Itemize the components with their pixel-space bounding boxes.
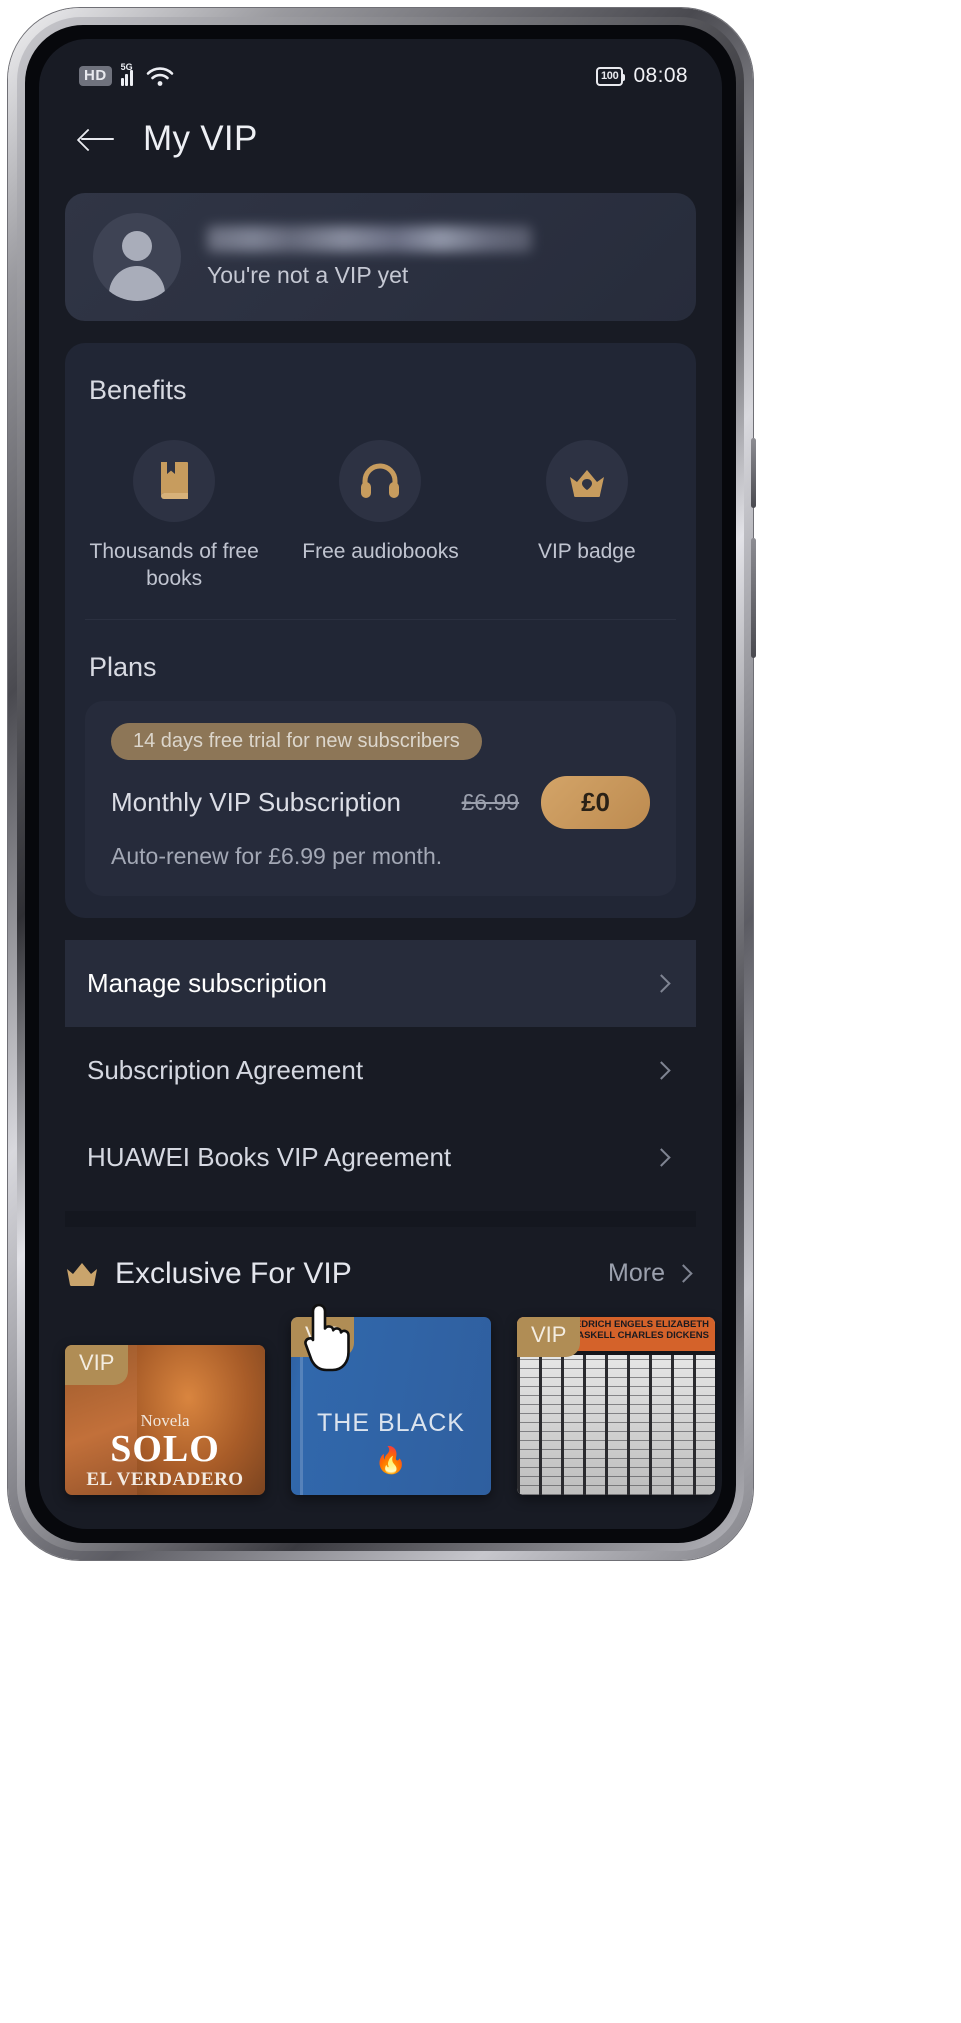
- plans-block: 14 days free trial for new subscribers M…: [65, 700, 696, 918]
- book-subtitle: EL VERDADERO: [86, 1468, 244, 1490]
- exclusive-more-button[interactable]: More: [608, 1259, 696, 1288]
- account-email-masked: [207, 225, 532, 252]
- vip-status-label: You're not a VIP yet: [207, 261, 409, 288]
- chevron-right-icon: [674, 1264, 693, 1283]
- trial-badge: 14 days free trial for new subscribers: [111, 722, 482, 760]
- section-separator: [65, 1210, 696, 1227]
- book-cover-item[interactable]: FRIEDRICH ENGELS ELIZABETH GASKELL CHARL…: [517, 1316, 715, 1495]
- status-bar: HD 5G 100 08:08: [39, 39, 722, 97]
- phone-frame: HD 5G 100 08:08 My VIP You're not a VIP …: [8, 8, 756, 1560]
- person-avatar-icon: [93, 213, 181, 301]
- cover-artwork: [517, 1354, 715, 1495]
- menu-item-label: HUAWEI Books VIP Agreement: [87, 1141, 452, 1172]
- signal-bars-icon: 5G: [120, 62, 138, 86]
- plan-original-price: £6.99: [461, 788, 520, 815]
- chevron-right-icon: [652, 973, 671, 993]
- benefit-vip-badge: VIP badge: [484, 440, 690, 593]
- menu-item-label: Subscription Agreement: [87, 1054, 364, 1085]
- back-arrow-icon[interactable]: [79, 122, 119, 156]
- plan-name: Monthly VIP Subscription: [111, 786, 401, 817]
- benefit-audiobooks: Free audiobooks: [277, 440, 483, 593]
- screenshot-stage: HD 5G 100 08:08 My VIP You're not a VIP …: [0, 0, 961, 2023]
- menu-item-manage-subscription[interactable]: Manage subscription: [65, 939, 696, 1027]
- vip-tag: VIP: [517, 1316, 581, 1357]
- benefit-label: Thousands of free books: [89, 540, 259, 591]
- exclusive-title: Exclusive For VIP: [115, 1256, 352, 1290]
- phone-screen: HD 5G 100 08:08 My VIP You're not a VIP …: [39, 39, 722, 1529]
- menu-item-subscription-agreement[interactable]: Subscription Agreement: [65, 1027, 696, 1114]
- chevron-right-icon: [652, 1060, 671, 1080]
- chevron-right-icon: [652, 1147, 671, 1167]
- plan-row: Monthly VIP Subscription £6.99 £0: [111, 775, 650, 829]
- wifi-icon: [146, 66, 174, 86]
- benefit-label: Free audiobooks: [302, 540, 459, 563]
- clock-label: 08:08: [633, 64, 688, 87]
- plans-title: Plans: [89, 651, 157, 682]
- exclusive-book-list: VIP Novela SOLO EL VERDADERO VIP THE BLA…: [39, 1291, 722, 1495]
- mouse-cursor: [304, 1303, 350, 1372]
- book-bookmark-icon: [133, 440, 216, 522]
- profile-card[interactable]: You're not a VIP yet: [65, 193, 696, 321]
- battery-level-label: 100: [600, 70, 619, 82]
- crown-badge-icon: [545, 440, 628, 522]
- benefits-row: Thousands of free books Free audiobooks …: [65, 406, 696, 619]
- exclusive-header: Exclusive For VIP More: [39, 1227, 722, 1291]
- status-bar-right: 100 08:08: [595, 64, 688, 88]
- benefit-free-books: Thousands of free books: [71, 440, 277, 593]
- volume-button[interactable]: [751, 438, 756, 508]
- flame-icon: 🔥: [374, 1444, 408, 1475]
- status-bar-left: HD 5G: [79, 62, 174, 87]
- crown-icon: [67, 1262, 97, 1286]
- benefits-title: Benefits: [89, 375, 187, 405]
- plan-card-monthly[interactable]: 14 days free trial for new subscribers M…: [85, 700, 676, 896]
- book-title: SOLO: [110, 1427, 220, 1470]
- nav-bar: My VIP: [39, 97, 722, 169]
- phone-bezel: HD 5G 100 08:08 My VIP You're not a VIP …: [25, 25, 736, 1543]
- power-button[interactable]: [751, 538, 756, 658]
- menu-item-label: Manage subscription: [87, 967, 327, 998]
- battery-icon: 100: [595, 66, 626, 86]
- page-title: My VIP: [143, 119, 258, 158]
- vip-tag: VIP: [65, 1344, 129, 1385]
- headphones-icon: [339, 440, 422, 522]
- plan-renewal-note: Auto-renew for £6.99 per month.: [111, 842, 443, 869]
- page-content: You're not a VIP yet Benefits Thousands …: [39, 193, 722, 1227]
- more-label: More: [608, 1259, 665, 1288]
- book-title: THE BLACK: [317, 1408, 465, 1437]
- benefits-plans-card: Benefits Thousands of free books Free au…: [65, 343, 696, 918]
- book-cover-item[interactable]: VIP Novela SOLO EL VERDADERO: [65, 1344, 265, 1495]
- settings-menu: Manage subscription Subscription Agreeme…: [65, 939, 696, 1201]
- subscribe-price-button[interactable]: £0: [541, 775, 650, 829]
- menu-item-huawei-books-vip-agreement[interactable]: HUAWEI Books VIP Agreement: [65, 1114, 696, 1201]
- network-type-label: 5G: [120, 62, 133, 72]
- phone-frame-inner: HD 5G 100 08:08 My VIP You're not a VIP …: [17, 17, 744, 1551]
- hd-icon: HD: [79, 66, 112, 86]
- profile-text: You're not a VIP yet: [207, 225, 532, 289]
- benefit-label: VIP badge: [537, 540, 636, 563]
